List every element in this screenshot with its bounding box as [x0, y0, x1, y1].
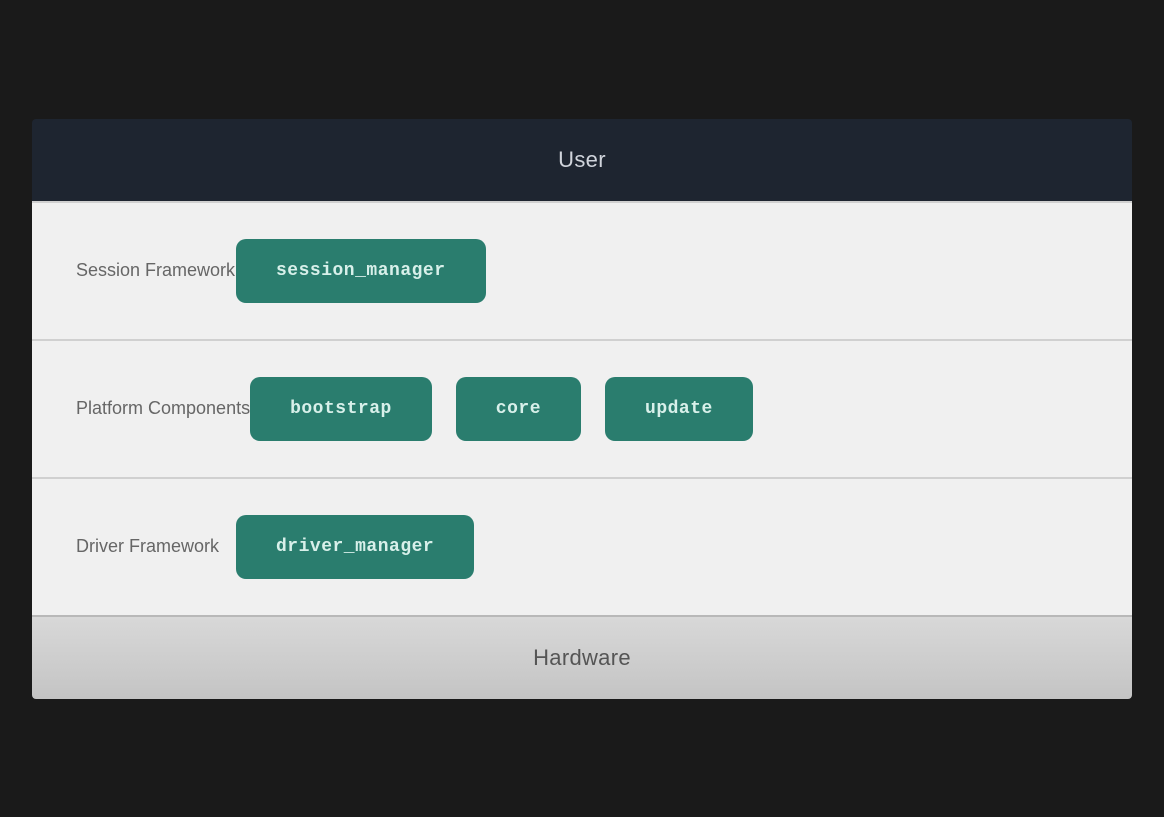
chip-bootstrap[interactable]: bootstrap — [250, 377, 432, 441]
components-session-framework: session_manager — [236, 239, 486, 303]
chip-driver_manager[interactable]: driver_manager — [236, 515, 474, 579]
components-driver-framework: driver_manager — [236, 515, 474, 579]
label-driver-framework: Driver Framework — [76, 534, 236, 558]
row-platform-components: Platform Componentsbootstrap core update — [32, 339, 1132, 477]
chip-session_manager[interactable]: session_manager — [236, 239, 486, 303]
hardware-bar: Hardware — [32, 615, 1132, 699]
chip-core[interactable]: core — [456, 377, 581, 441]
components-platform-components: bootstrap core update — [250, 377, 753, 441]
user-bar: User — [32, 119, 1132, 201]
architecture-diagram: User Session Frameworksession_managerPla… — [32, 119, 1132, 699]
row-session-framework: Session Frameworksession_manager — [32, 201, 1132, 339]
chip-update[interactable]: update — [605, 377, 753, 441]
row-driver-framework: Driver Frameworkdriver_manager — [32, 477, 1132, 615]
label-platform-components: Platform Components — [76, 396, 250, 420]
rows-container: Session Frameworksession_managerPlatform… — [32, 201, 1132, 615]
label-session-framework: Session Framework — [76, 258, 236, 282]
hardware-bar-label: Hardware — [533, 645, 631, 670]
user-bar-label: User — [558, 147, 606, 172]
